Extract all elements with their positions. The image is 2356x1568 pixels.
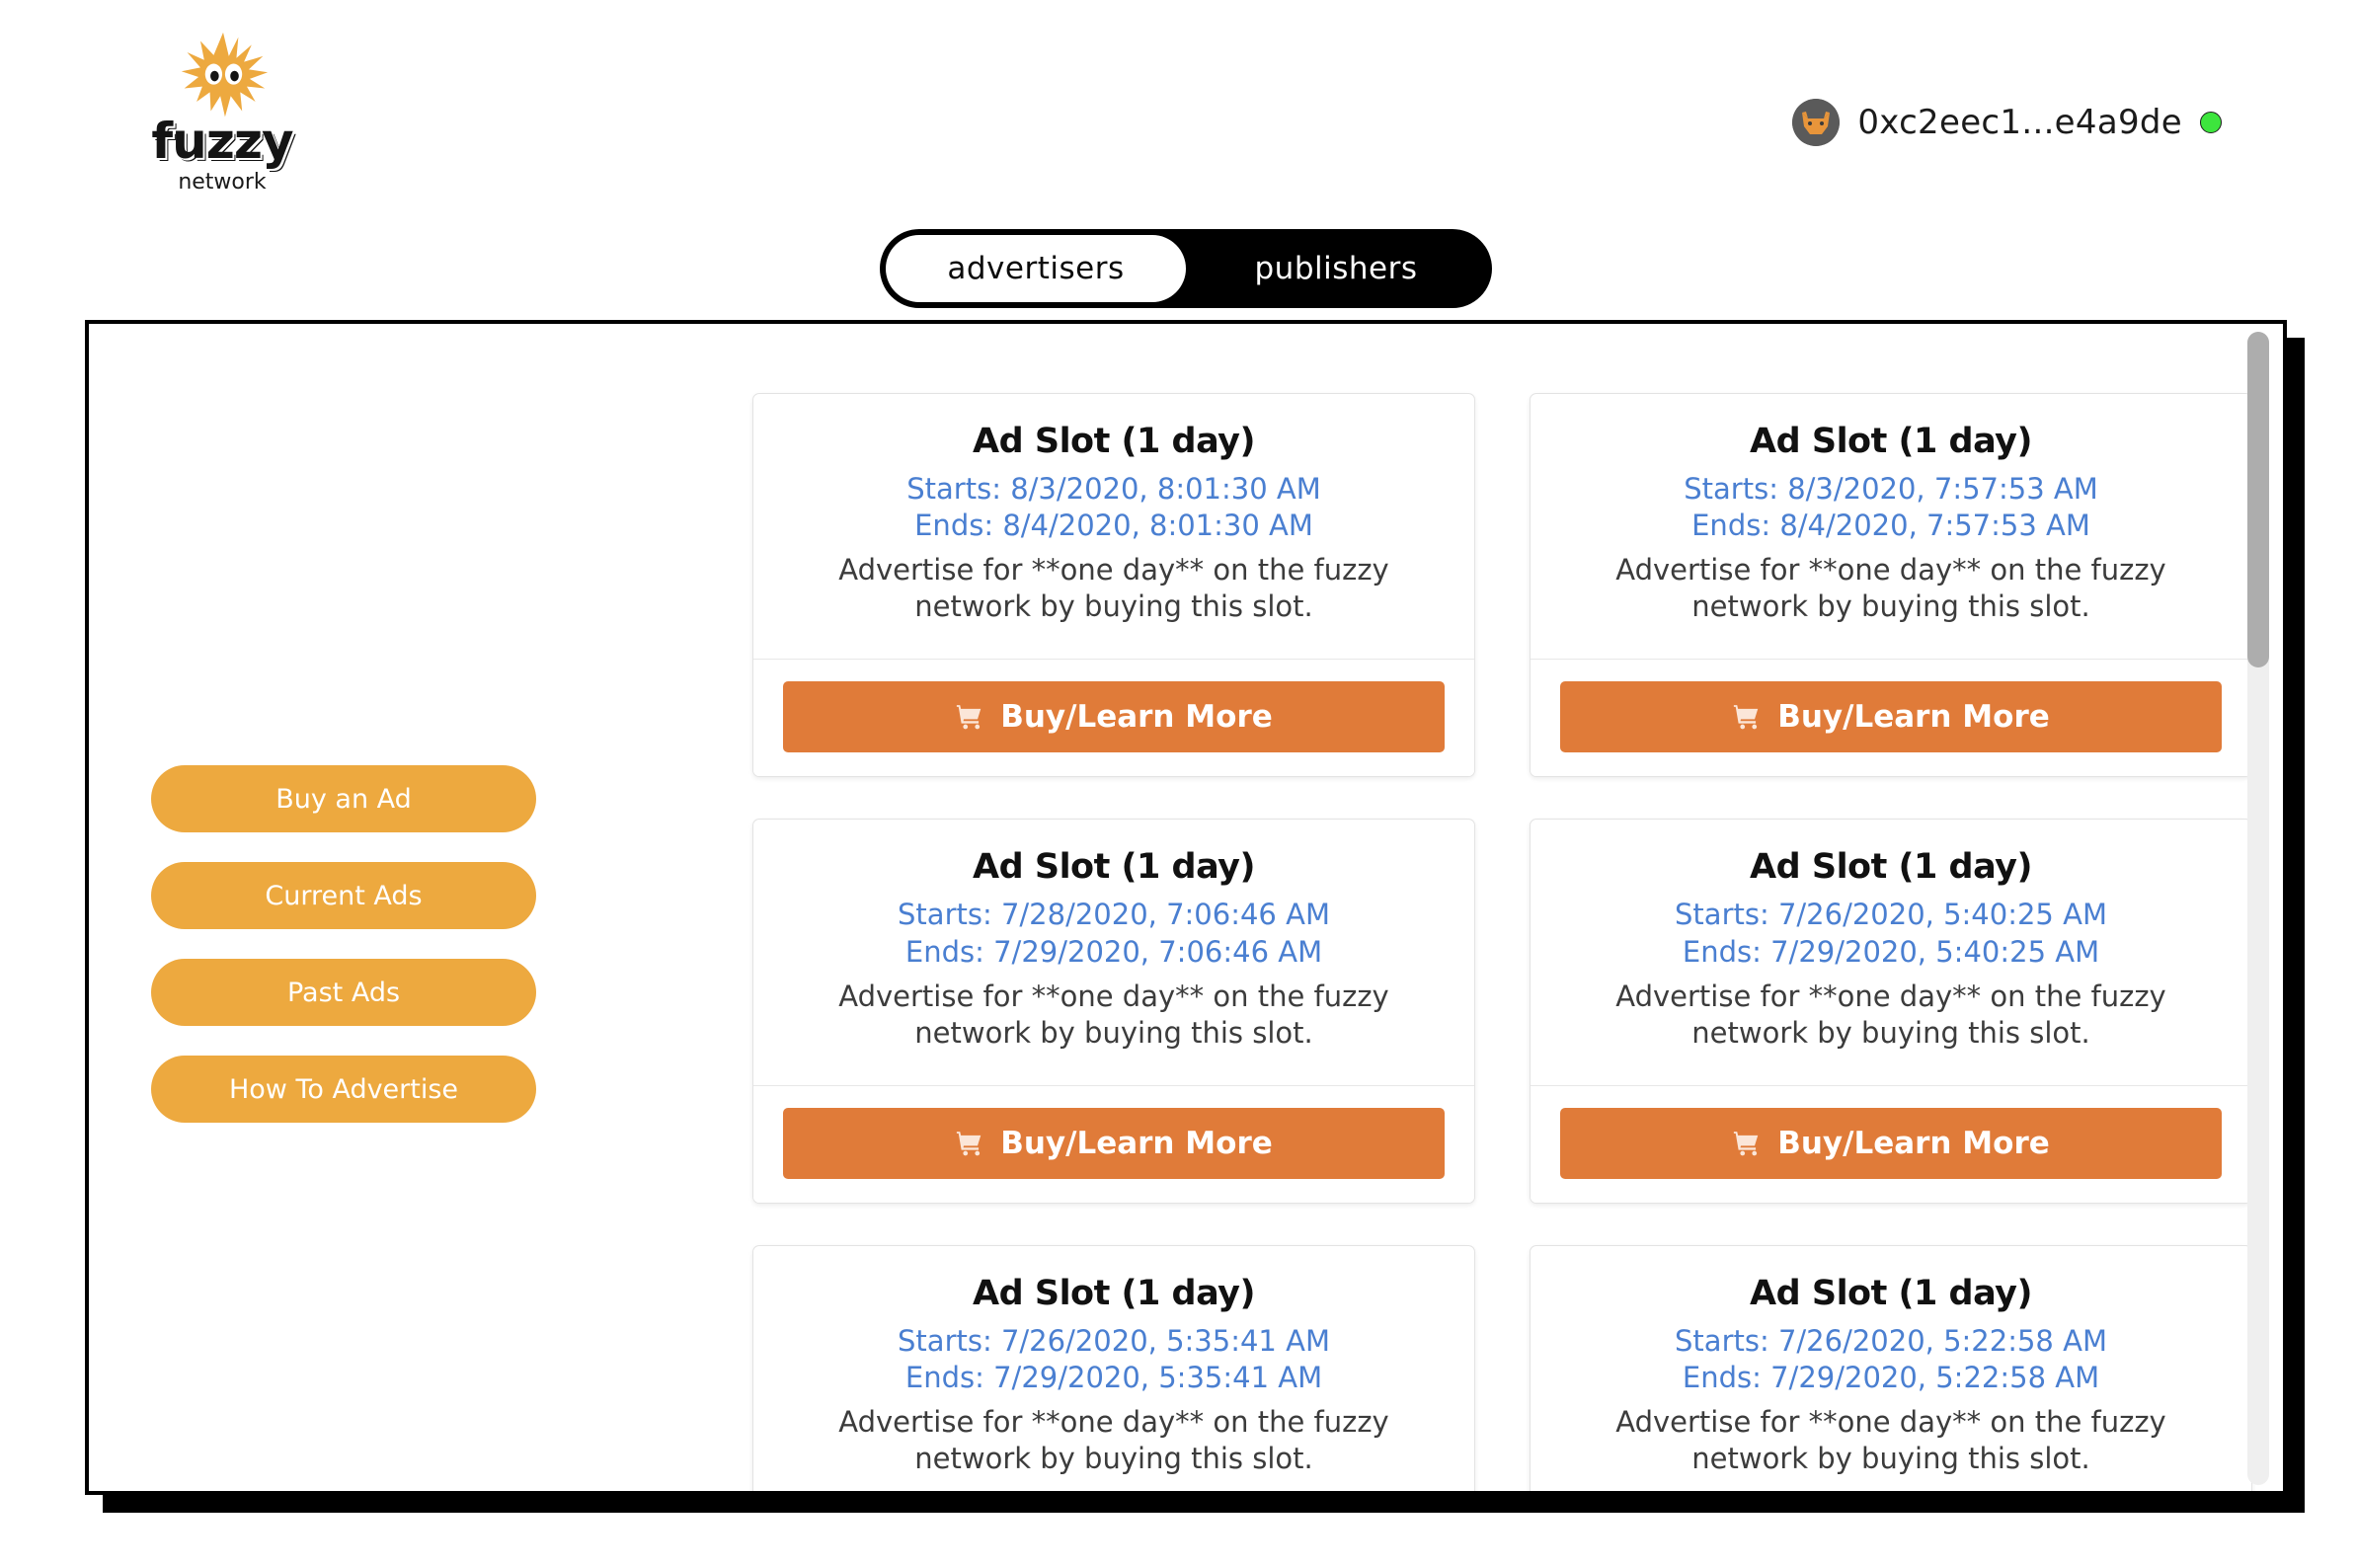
ad-slot-card-body: Ad Slot (1 day) Starts: 7/26/2020, 5:35:4… xyxy=(753,1246,1474,1491)
ad-slot-start-date: Starts: 7/26/2020, 5:40:25 AM xyxy=(1675,898,2107,932)
ad-slot-description: Advertise for **one day** on the fuzzy n… xyxy=(838,979,1389,1050)
ad-slot-end-date: Ends: 7/29/2020, 5:40:25 AM xyxy=(1682,934,2100,969)
wallet-indicator[interactable]: 0xc2eec1...e4a9de xyxy=(1792,99,2222,146)
fuzzy-spiky-ball-icon xyxy=(176,30,271,124)
buy-learn-more-button[interactable]: Buy/Learn More xyxy=(1560,681,2222,753)
ad-slot-title: Ad Slot (1 day) xyxy=(973,847,1255,888)
buy-learn-more-button[interactable]: Buy/Learn More xyxy=(1560,1107,2222,1179)
scrollbar-thumb[interactable] xyxy=(2247,332,2269,667)
brand-subtitle: network xyxy=(178,170,267,195)
tab-publishers[interactable]: publishers xyxy=(1186,235,1486,302)
ad-slot-end-date: Ends: 7/29/2020, 5:35:41 AM xyxy=(904,1360,1323,1394)
shopping-cart-icon xyxy=(1732,1129,1762,1158)
ad-slot-start-date: Starts: 8/3/2020, 7:57:53 AM xyxy=(1684,472,2098,506)
ad-slot-card-footer: Buy/Learn More xyxy=(753,1084,1474,1203)
page-header: fuzzy network 0xc2eec1...e4a9de xyxy=(0,0,2356,212)
brand-logo[interactable]: fuzzy network xyxy=(138,30,306,202)
ad-slot-card: Ad Slot (1 day) Starts: 7/26/2020, 5:35:4… xyxy=(752,1244,1475,1491)
content-scrollbar[interactable] xyxy=(2247,332,2269,1485)
ad-slot-card: Ad Slot (1 day) Starts: 8/3/2020, 8:01:30… xyxy=(752,393,1475,778)
ad-slot-card-footer: Buy/Learn More xyxy=(1531,1084,2251,1203)
ad-slot-card-body: Ad Slot (1 day) Starts: 7/26/2020, 5:40:2… xyxy=(1531,820,2251,1084)
ad-slot-card-body: Ad Slot (1 day) Starts: 8/3/2020, 8:01:30… xyxy=(753,394,1474,659)
shopping-cart-icon xyxy=(955,1129,984,1158)
ad-slot-end-date: Ends: 7/29/2020, 7:06:46 AM xyxy=(904,934,1323,969)
tab-advertisers[interactable]: advertisers xyxy=(886,235,1186,302)
metamask-fox-avatar xyxy=(1792,99,1841,146)
ad-slot-description: Advertise for **one day** on the fuzzy n… xyxy=(838,553,1389,624)
sidebar-item-current-ads[interactable]: Current Ads xyxy=(151,862,536,929)
wallet-address-label: 0xc2eec1...e4a9de xyxy=(1857,103,2182,142)
ad-slot-card: Ad Slot (1 day) Starts: 7/28/2020, 7:06:4… xyxy=(752,819,1475,1204)
buy-learn-more-button[interactable]: Buy/Learn More xyxy=(783,681,1445,753)
ad-slot-end-date: Ends: 8/4/2020, 8:01:30 AM xyxy=(914,509,1313,543)
ad-slot-card-body: Ad Slot (1 day) Starts: 7/28/2020, 7:06:4… xyxy=(753,820,1474,1084)
sidebar-item-how-to-advertise[interactable]: How To Advertise xyxy=(151,1056,536,1123)
ad-slot-start-date: Starts: 7/26/2020, 5:35:41 AM xyxy=(898,1323,1330,1358)
ad-slot-list: Ad Slot (1 day) Starts: 8/3/2020, 8:01:30… xyxy=(721,324,2283,1491)
ad-slot-end-date: Ends: 8/4/2020, 7:57:53 AM xyxy=(1691,509,2090,543)
ad-slot-title: Ad Slot (1 day) xyxy=(1750,422,2032,461)
ad-slot-title: Ad Slot (1 day) xyxy=(973,422,1255,461)
sidebar-item-past-ads[interactable]: Past Ads xyxy=(151,959,536,1026)
buy-learn-more-label: Buy/Learn More xyxy=(1000,699,1273,736)
buy-learn-more-button[interactable]: Buy/Learn More xyxy=(783,1107,1445,1179)
ad-slot-end-date: Ends: 7/29/2020, 5:22:58 AM xyxy=(1682,1360,2100,1394)
ad-slot-description: Advertise for **one day** on the fuzzy n… xyxy=(1615,979,2166,1050)
connected-status-dot xyxy=(2200,112,2222,133)
ad-slot-description: Advertise for **one day** on the fuzzy n… xyxy=(1615,553,2166,624)
ad-slot-card: Ad Slot (1 day) Starts: 7/26/2020, 5:40:2… xyxy=(1530,819,2252,1204)
ad-slot-card-body: Ad Slot (1 day) Starts: 8/3/2020, 7:57:53… xyxy=(1531,394,2251,659)
ad-slot-start-date: Starts: 7/28/2020, 7:06:46 AM xyxy=(898,898,1330,932)
ad-slot-card: Ad Slot (1 day) Starts: 7/26/2020, 5:22:5… xyxy=(1530,1244,2252,1491)
shopping-cart-icon xyxy=(955,702,984,732)
sidebar: Buy an Ad Current Ads Past Ads How To Ad… xyxy=(89,324,721,1491)
buy-learn-more-label: Buy/Learn More xyxy=(1777,699,2050,736)
ad-slot-description: Advertise for **one day** on the fuzzy n… xyxy=(838,1405,1389,1476)
ad-slot-start-date: Starts: 7/26/2020, 5:22:58 AM xyxy=(1675,1323,2107,1358)
audience-toggle[interactable]: advertisers publishers xyxy=(880,229,1492,308)
ad-slot-title: Ad Slot (1 day) xyxy=(1750,847,2032,888)
ad-slot-title: Ad Slot (1 day) xyxy=(973,1273,1255,1313)
ad-slot-description: Advertise for **one day** on the fuzzy n… xyxy=(1615,1405,2166,1476)
brand-name: fuzzy xyxy=(151,113,293,170)
ad-slot-card-footer: Buy/Learn More xyxy=(753,659,1474,777)
buy-learn-more-label: Buy/Learn More xyxy=(1000,1125,1273,1161)
shopping-cart-icon xyxy=(1732,702,1762,732)
ad-slot-card: Ad Slot (1 day) Starts: 8/3/2020, 7:57:53… xyxy=(1530,393,2252,778)
ad-slot-start-date: Starts: 8/3/2020, 8:01:30 AM xyxy=(906,472,1321,506)
ad-slot-title: Ad Slot (1 day) xyxy=(1750,1273,2032,1313)
main-content-panel: Buy an Ad Current Ads Past Ads How To Ad… xyxy=(85,320,2287,1495)
buy-learn-more-label: Buy/Learn More xyxy=(1777,1125,2050,1161)
ad-slot-card-body: Ad Slot (1 day) Starts: 7/26/2020, 5:22:5… xyxy=(1531,1246,2251,1491)
ad-slot-card-footer: Buy/Learn More xyxy=(1531,659,2251,777)
sidebar-item-buy-an-ad[interactable]: Buy an Ad xyxy=(151,765,536,832)
